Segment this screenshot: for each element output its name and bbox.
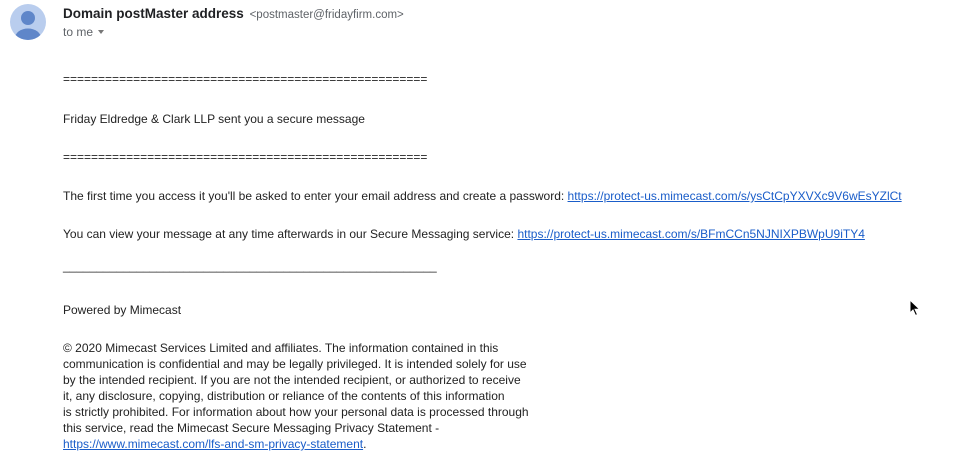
view-message-paragraph: You can view your message at any time af… <box>63 227 865 241</box>
mouse-pointer-icon <box>909 299 921 317</box>
recipient-dropdown[interactable]: to me <box>63 25 105 39</box>
privacy-statement-link[interactable]: https://www.mimecast.com/lfs-and-sm-priv… <box>63 437 363 451</box>
sender-avatar[interactable] <box>10 4 46 40</box>
chevron-down-icon <box>98 30 105 34</box>
view-message-link[interactable]: https://protect-us.mimecast.com/s/BFmCCn… <box>517 227 864 241</box>
first-access-paragraph: The first time you access it you'll be a… <box>63 189 902 203</box>
legal-line: is strictly prohibited. For information … <box>63 405 529 419</box>
separator-line: ========================================… <box>63 150 428 164</box>
separator-line: ========================================… <box>63 72 428 86</box>
privacy-line: https://www.mimecast.com/lfs-and-sm-priv… <box>63 436 583 452</box>
legal-line: communication is confidential and may be… <box>63 357 527 371</box>
recipient-label: to me <box>63 25 94 39</box>
legal-line: it, any disclosure, copying, distributio… <box>63 389 505 403</box>
legal-line: this service, read the Mimecast Secure M… <box>63 421 440 435</box>
legal-disclaimer: © 2020 Mimecast Services Limited and aff… <box>63 340 583 452</box>
first-access-text: The first time you access it you'll be a… <box>63 189 568 203</box>
divider-underline: ________________________________________… <box>63 259 437 273</box>
person-icon <box>15 11 41 40</box>
legal-line: © 2020 Mimecast Services Limited and aff… <box>63 341 499 355</box>
sender-email: <postmaster@fridayfirm.com> <box>249 9 404 21</box>
sender-line: Domain postMaster address <postmaster@fr… <box>63 6 404 23</box>
powered-by-label: Powered by Mimecast <box>63 303 182 317</box>
sender-name[interactable]: Domain postMaster address <box>63 6 244 21</box>
legal-line: by the intended recipient. If you are no… <box>63 373 521 387</box>
view-message-text: You can view your message at any time af… <box>63 227 518 241</box>
secure-message-title: Friday Eldredge & Clark LLP sent you a s… <box>63 112 365 126</box>
first-access-link[interactable]: https://protect-us.mimecast.com/s/ysCtCp… <box>568 189 902 203</box>
privacy-link-suffix: . <box>363 437 367 451</box>
